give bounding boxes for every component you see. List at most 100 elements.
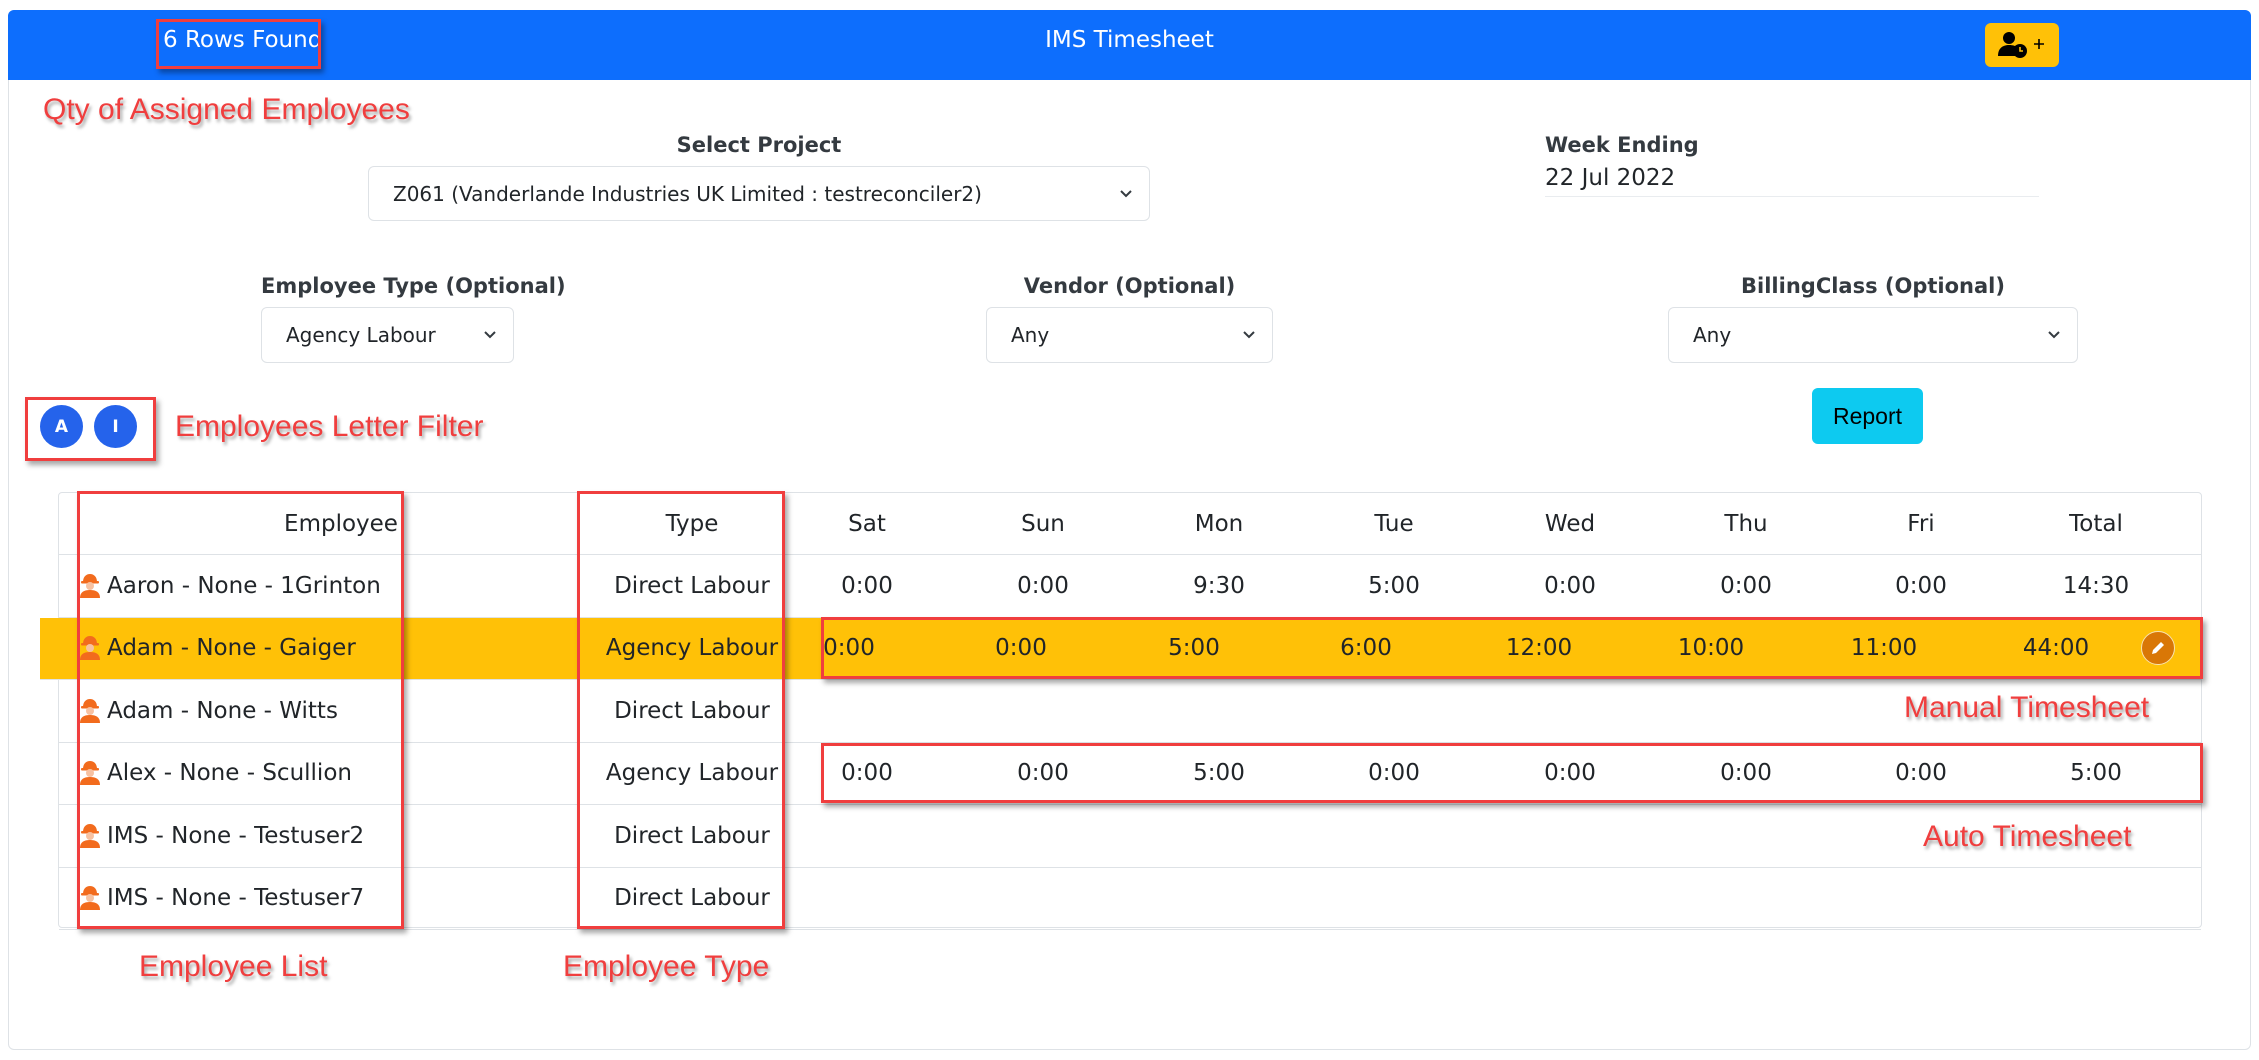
chevron-down-icon	[1120, 189, 1132, 197]
col-header-mon: Mon	[1194, 510, 1244, 537]
chevron-down-icon	[1243, 331, 1255, 339]
edit-timesheet-button[interactable]	[2141, 631, 2175, 666]
employee-name: Adam - None - Gaiger	[107, 635, 356, 662]
billing-class-select[interactable]: Any	[1668, 307, 2078, 363]
hours-cell-sun: 0:00	[1017, 760, 1069, 787]
employee-type-cell: Agency Labour	[605, 635, 779, 662]
table-header-row: Employee Type Sat Sun Mon Tue Wed Thu Fr…	[59, 493, 2201, 555]
annotation-employee-list: Employee List	[139, 950, 328, 983]
employee-name: IMS - None - Testuser2	[107, 822, 365, 849]
vendor-label: Vendor (Optional)	[1023, 274, 1236, 298]
col-header-fri: Fri	[1907, 510, 1935, 537]
employee-cell: Adam - None - Gaiger	[79, 618, 356, 680]
hours-cell-sat: 0:00	[823, 635, 875, 662]
hours-cell-sun: 0:00	[995, 635, 1047, 662]
chevron-down-icon	[484, 331, 496, 339]
hours-cell-fri: 0:00	[1895, 760, 1947, 787]
worker-icon	[80, 886, 100, 911]
vendor-select[interactable]: Any	[986, 307, 1273, 363]
annotation-employee-type: Employee Type	[563, 950, 770, 983]
worker-icon	[80, 573, 100, 598]
employee-type-cell: Direct Labour	[614, 572, 770, 599]
table-row[interactable]: IMS - None - Testuser2 Direct Labour	[59, 805, 2201, 868]
col-header-thu: Thu	[1724, 510, 1768, 537]
hours-cell-thu: 0:00	[1720, 760, 1772, 787]
project-label: Select Project	[676, 133, 842, 157]
col-header-type: Type	[665, 510, 719, 537]
hours-cell-mon: 5:00	[1193, 760, 1245, 787]
employee-name: Alex - None - Scullion	[107, 760, 352, 787]
hours-cell-tue: 0:00	[1368, 760, 1420, 787]
employee-cell: Adam - None - Witts	[79, 680, 338, 742]
rows-found-count: 6 Rows Found	[163, 27, 323, 53]
hours-cell-fri: 11:00	[1850, 635, 1918, 662]
employee-type-select[interactable]: Agency Labour	[261, 307, 514, 363]
chevron-down-icon	[2048, 331, 2060, 339]
hours-cell-tue: 5:00	[1368, 572, 1420, 599]
col-header-sun: Sun	[1021, 510, 1065, 537]
annotation-qty: Qty of Assigned Employees	[43, 93, 410, 126]
letter-filter-a[interactable]: A	[40, 405, 83, 448]
hours-cell-wed: 12:00	[1505, 635, 1573, 662]
letter-filter-i[interactable]: I	[94, 405, 137, 448]
hours-cell-sat: 0:00	[841, 572, 893, 599]
header-bar	[8, 10, 2251, 80]
worker-icon	[80, 698, 100, 723]
billing-class-label: BillingClass (Optional)	[1741, 274, 2005, 298]
employee-type-cell: Direct Labour	[614, 822, 770, 849]
week-ending-label: Week Ending	[1545, 133, 1699, 157]
hours-cell-mon: 5:00	[1168, 635, 1220, 662]
table-row[interactable]: Adam - None - Gaiger Agency Labour 0:00 0:0…	[40, 617, 2201, 680]
employee-type-cell: Agency Labour	[605, 760, 779, 787]
annotation-letter-filter: Employees Letter Filter	[175, 410, 484, 443]
hours-cell-total: 44:00	[2022, 635, 2090, 662]
employee-type-label: Employee Type (Optional)	[261, 274, 566, 298]
employee-name: IMS - None - Testuser7	[107, 885, 365, 912]
employee-cell: IMS - None - Testuser7	[79, 868, 364, 930]
employee-name: Adam - None - Witts	[107, 697, 338, 724]
employee-cell: Aaron - None - 1Grinton	[79, 555, 381, 617]
hours-cell-mon: 9:30	[1193, 572, 1245, 599]
employee-type-cell: Direct Labour	[614, 697, 770, 724]
hours-cell-thu: 10:00	[1677, 635, 1745, 662]
annotation-auto: Auto Timesheet	[1923, 820, 2132, 853]
pencil-icon	[2152, 642, 2164, 655]
report-button[interactable]: Report	[1812, 388, 1923, 444]
project-select[interactable]: Z061 (Vanderlande Industries UK Limited …	[368, 166, 1150, 221]
hours-cell-sat: 0:00	[841, 760, 893, 787]
billing-class-select-value: Any	[1693, 323, 1732, 347]
table-row[interactable]: Aaron - None - 1Grinton Direct Labour 0:00…	[59, 555, 2201, 618]
hours-cell-wed: 0:00	[1544, 572, 1596, 599]
employee-type-select-value: Agency Labour	[286, 323, 436, 347]
worker-icon	[80, 761, 100, 786]
add-timesheet-button[interactable]	[1985, 23, 2059, 67]
table-row[interactable]: Alex - None - Scullion Agency Labour 0:00 0…	[59, 743, 2201, 805]
user-clock-plus-icon	[1998, 32, 2044, 58]
hours-cell-thu: 0:00	[1720, 572, 1772, 599]
col-header-tue: Tue	[1374, 510, 1414, 537]
employee-type-cell: Direct Labour	[614, 885, 770, 912]
hours-cell-total: 5:00	[2070, 760, 2122, 787]
employee-name: Aaron - None - 1Grinton	[107, 572, 381, 599]
vendor-select-value: Any	[1011, 323, 1050, 347]
hours-cell-tue: 6:00	[1340, 635, 1392, 662]
week-ending-underline	[1545, 196, 2039, 197]
hours-cell-sun: 0:00	[1017, 572, 1069, 599]
employee-cell: IMS - None - Testuser2	[79, 805, 364, 867]
worker-icon	[80, 636, 100, 661]
col-header-total: Total	[2069, 510, 2123, 537]
col-header-wed: Wed	[1544, 510, 1596, 537]
col-header-employee: Employee	[284, 510, 398, 537]
worker-icon	[80, 823, 100, 848]
employee-cell: Alex - None - Scullion	[79, 743, 352, 805]
hours-cell-total: 14:30	[2062, 572, 2130, 599]
hours-cell-wed: 0:00	[1544, 760, 1596, 787]
timesheet-table: Employee Type Sat Sun Mon Tue Wed Thu Fr…	[40, 492, 2202, 930]
table-row[interactable]: IMS - None - Testuser7 Direct Labour	[59, 868, 2201, 930]
week-ending-value: 22 Jul 2022	[1545, 165, 1676, 191]
annotation-manual: Manual Timesheet	[1904, 691, 2150, 724]
hours-cell-fri: 0:00	[1895, 572, 1947, 599]
project-select-value: Z061 (Vanderlande Industries UK Limited …	[393, 181, 982, 206]
table-row[interactable]: Adam - None - Witts Direct Labour	[59, 680, 2201, 743]
col-header-sat: Sat	[848, 510, 886, 537]
